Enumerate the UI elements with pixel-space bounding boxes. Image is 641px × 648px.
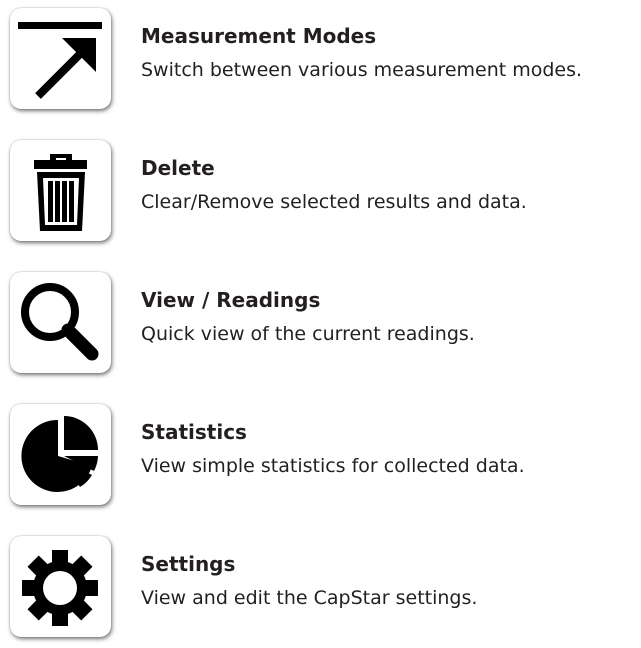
item-title: View / Readings	[141, 288, 321, 312]
view-readings-text: View / Readings Quick view of the curren…	[141, 287, 641, 347]
settings-item: Settings View and edit the CapStar setti…	[10, 536, 640, 640]
item-description: Clear/Remove selected results and data.	[141, 191, 527, 213]
item-title: Statistics	[141, 420, 247, 444]
item-title: Measurement Modes	[141, 24, 377, 48]
delete-item: Delete Clear/Remove selected results and…	[10, 140, 640, 244]
feature-legend-page: { "items": [ { "icon": "measurement-mode…	[0, 0, 641, 648]
item-description: View simple statistics for collected dat…	[141, 455, 525, 477]
item-description: Quick view of the current readings.	[141, 323, 475, 345]
magnifier-icon[interactable]	[10, 272, 111, 373]
measurement-modes-icon[interactable]	[10, 8, 111, 109]
statistics-text: Statistics View simple statistics for co…	[141, 419, 641, 479]
item-title: Delete	[141, 156, 215, 180]
measurement-modes-item: Measurement Modes Switch between various…	[10, 8, 640, 112]
statistics-item: Statistics View simple statistics for co…	[10, 404, 640, 508]
item-description: View and edit the CapStar settings.	[141, 587, 478, 609]
item-title: Settings	[141, 552, 236, 576]
gear-icon[interactable]	[10, 536, 111, 637]
measurement-modes-text: Measurement Modes Switch between various…	[141, 23, 641, 83]
delete-text: Delete Clear/Remove selected results and…	[141, 155, 641, 215]
trash-icon[interactable]	[10, 140, 111, 241]
pie-chart-icon[interactable]	[10, 404, 111, 505]
item-description: Switch between various measurement modes…	[141, 59, 583, 81]
settings-text: Settings View and edit the CapStar setti…	[141, 551, 641, 611]
view-readings-item: View / Readings Quick view of the curren…	[10, 272, 640, 376]
